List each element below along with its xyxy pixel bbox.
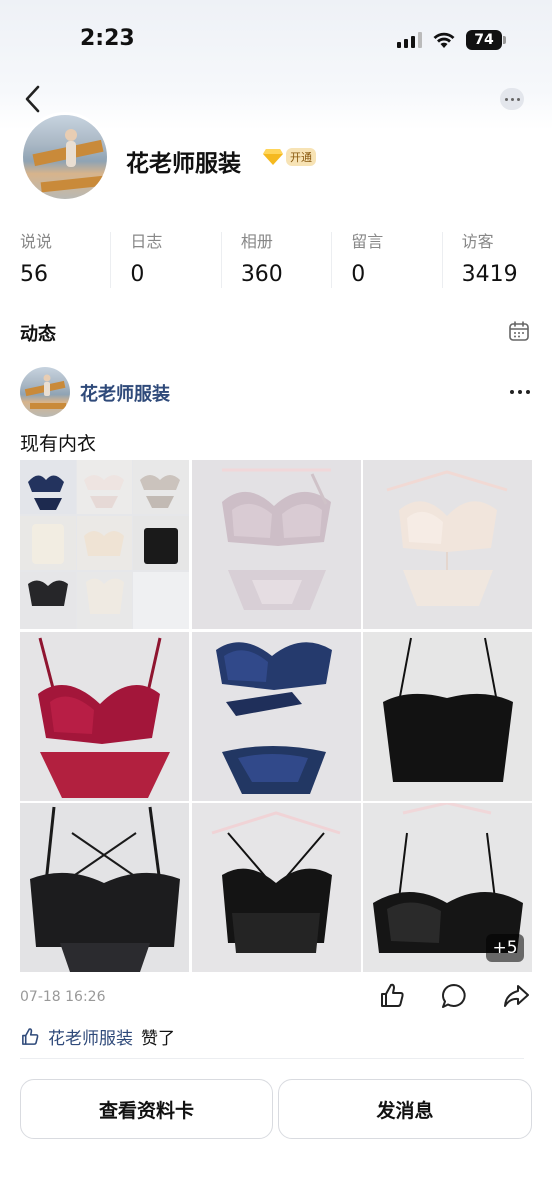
share-icon[interactable] (502, 982, 530, 1010)
stat-blog[interactable]: 日志 0 (110, 226, 220, 292)
post-actions (378, 982, 530, 1010)
stat-visitors[interactable]: 访客 3419 (441, 226, 552, 292)
stat-messages[interactable]: 留言 0 (331, 226, 441, 292)
post-timestamp: 07-18 16:26 (20, 989, 106, 1005)
post-author-name[interactable]: 花老师服装 (80, 380, 170, 406)
stat-value: 0 (130, 262, 145, 287)
stat-label: 说说 (20, 232, 53, 251)
wifi-icon (433, 32, 455, 48)
stat-album[interactable]: 相册 360 (220, 226, 331, 292)
profile-avatar[interactable] (20, 112, 110, 202)
likes-row: 花老师服装 赞了 (20, 1024, 175, 1049)
more-options-button[interactable] (500, 88, 524, 110)
photo-black-lace-bralette[interactable] (191, 803, 361, 972)
more-photos-count[interactable]: +5 (486, 934, 524, 962)
photo-navy-satin-set[interactable] (191, 631, 361, 801)
stat-label: 日志 (130, 232, 163, 251)
back-arrow-icon[interactable] (18, 82, 48, 116)
status-bar: 2:23 74 (0, 0, 552, 80)
photo-lavender-set[interactable] (191, 460, 361, 629)
stats-row: 说说 56 日志 0 相册 360 留言 0 访客 3419 (0, 226, 552, 292)
photo-grid: +5 (20, 460, 532, 972)
stat-value: 56 (20, 262, 48, 287)
diamond-icon (263, 149, 283, 165)
like-small-icon (22, 1027, 39, 1045)
status-icons: 74 (397, 30, 506, 50)
photo-red-lace-set[interactable] (20, 631, 189, 801)
view-profile-card-button[interactable]: 查看资料卡 (20, 1079, 273, 1139)
photo-black-lace-strappy[interactable] (20, 803, 189, 972)
post-more-button[interactable] (510, 390, 530, 394)
photo-cream-set[interactable] (363, 460, 532, 629)
stat-label: 相册 (240, 232, 273, 251)
post-text: 现有内衣 (20, 433, 97, 455)
battery-icon: 74 (466, 30, 506, 50)
profile-name: 花老师服装 (126, 151, 241, 177)
status-time: 2:23 (80, 26, 135, 51)
stat-value: 3419 (461, 262, 518, 287)
feed-title: 动态 (20, 324, 56, 345)
vip-badge[interactable]: 开通 (262, 148, 316, 166)
liker-name[interactable]: 花老师服装 (48, 1024, 133, 1049)
post-author-avatar[interactable] (20, 367, 70, 417)
like-icon[interactable] (378, 982, 406, 1010)
stat-label: 留言 (351, 232, 384, 251)
photo-black-tube[interactable] (363, 631, 532, 801)
vip-label: 开通 (286, 148, 316, 166)
calendar-icon[interactable] (508, 320, 530, 342)
stat-value: 0 (351, 262, 366, 287)
stat-value: 360 (240, 262, 283, 287)
stat-shuoshuo[interactable]: 说说 56 (0, 226, 110, 292)
send-message-button[interactable]: 发消息 (278, 1079, 532, 1139)
photo-black-lace-bra[interactable]: +5 (363, 803, 532, 972)
stat-label: 访客 (461, 232, 494, 251)
liked-suffix: 赞了 (141, 1029, 175, 1049)
cellular-signal-icon (397, 32, 422, 48)
comment-icon[interactable] (440, 982, 468, 1010)
divider (20, 1058, 524, 1059)
photo-collage[interactable] (20, 460, 189, 629)
